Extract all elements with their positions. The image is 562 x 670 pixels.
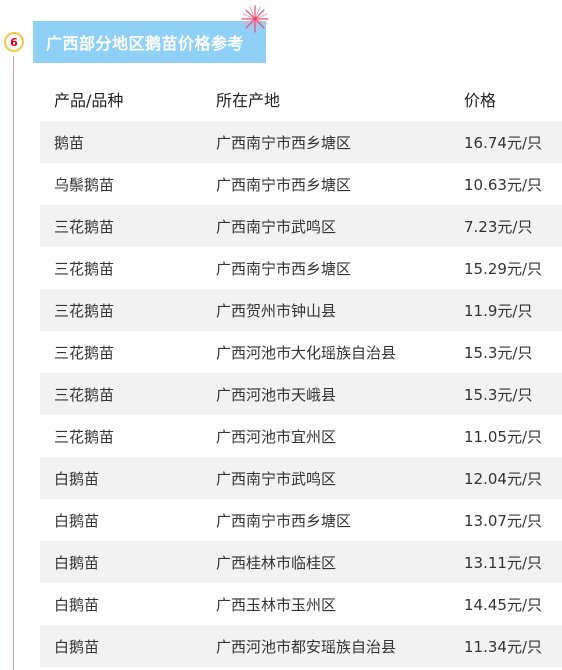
header-origin: 所在产地 [216,91,281,110]
cell-product: 三花鹅苗 [54,343,115,362]
cell-origin: 广西河池市天峨县 [216,373,464,415]
cell-origin: 广西南宁市西乡塘区 [216,175,352,194]
section-title-banner: 广西部分地区鹅苗价格参考 [33,21,266,63]
header-product: 产品/品种 [54,91,124,110]
table-row: 白鹅苗 广西河池市都安瑶族自治县 11.34元/只 [40,625,562,667]
cell-price: 13.11元/只 [464,541,562,583]
cell-price: 10.63元/只 [464,175,542,194]
cell-price: 11.9元/只 [464,289,562,331]
cell-price: 15.3元/只 [464,343,533,362]
timeline-line [13,56,14,670]
firework-icon [241,5,269,33]
cell-product: 白鹅苗 [54,511,100,530]
cell-origin: 广西河池市宜州区 [216,427,337,446]
table-row: 三花鹅苗 广西河池市大化瑶族自治县 15.3元/只 [40,331,562,373]
table-row: 白鹅苗 广西南宁市西乡塘区 13.07元/只 [40,499,562,541]
cell-product: 白鹅苗 [40,457,216,499]
table-row: 三花鹅苗 广西南宁市武鸣区 7.23元/只 [40,205,562,247]
header-price: 价格 [464,91,497,110]
cell-price: 14.45元/只 [464,595,542,614]
table-row: 白鹅苗 广西玉林市玉州区 14.45元/只 [40,583,562,625]
table-row: 鹅苗 广西南宁市西乡塘区 16.74元/只 [40,121,562,163]
cell-product: 白鹅苗 [54,595,100,614]
cell-product: 三花鹅苗 [40,205,216,247]
cell-price: 11.34元/只 [464,625,562,667]
table-row: 三花鹅苗 广西河池市天峨县 15.3元/只 [40,373,562,415]
cell-origin: 广西河池市大化瑶族自治县 [216,343,397,362]
section-title: 广西部分地区鹅苗价格参考 [46,34,245,53]
table-row: 三花鹅苗 广西河池市宜州区 11.05元/只 [40,415,562,457]
table-row: 三花鹅苗 广西贺州市钟山县 11.9元/只 [40,289,562,331]
cell-origin: 广西南宁市西乡塘区 [216,121,464,163]
cell-origin: 广西南宁市武鸣区 [216,457,464,499]
table-row: 白鹅苗 广西桂林市临桂区 13.11元/只 [40,541,562,583]
table-row: 白鹅苗 广西南宁市武鸣区 12.04元/只 [40,457,562,499]
table-header-row: 产品/品种 所在产地 价格 [40,77,562,121]
cell-product: 鹅苗 [40,121,216,163]
cell-price: 11.05元/只 [464,427,542,446]
cell-origin: 广西玉林市玉州区 [216,595,337,614]
cell-product: 三花鹅苗 [54,259,115,278]
cell-origin: 广西南宁市西乡塘区 [216,259,352,278]
cell-product: 三花鹅苗 [54,427,115,446]
price-table: 产品/品种 所在产地 价格 鹅苗 广西南宁市西乡塘区 16.74元/只 乌鬃鹅苗… [40,77,562,667]
cell-price: 15.29元/只 [464,259,542,278]
cell-origin: 广西桂林市临桂区 [216,541,464,583]
cell-origin: 广西南宁市西乡塘区 [216,511,352,530]
cell-product: 三花鹅苗 [40,373,216,415]
cell-product: 乌鬃鹅苗 [54,175,115,194]
cell-product: 白鹅苗 [40,541,216,583]
cell-price: 7.23元/只 [464,205,562,247]
cell-product: 三花鹅苗 [40,289,216,331]
cell-price: 15.3元/只 [464,373,562,415]
cell-price: 12.04元/只 [464,457,562,499]
table-row: 乌鬃鹅苗 广西南宁市西乡塘区 10.63元/只 [40,163,562,205]
cell-origin: 广西河池市都安瑶族自治县 [216,625,464,667]
cell-origin: 广西贺州市钟山县 [216,289,464,331]
table-row: 三花鹅苗 广西南宁市西乡塘区 15.29元/只 [40,247,562,289]
cell-price: 13.07元/只 [464,511,542,530]
cell-product: 白鹅苗 [40,625,216,667]
cell-price: 16.74元/只 [464,121,562,163]
cell-origin: 广西南宁市武鸣区 [216,205,464,247]
step-number-badge: 6 [4,32,24,52]
